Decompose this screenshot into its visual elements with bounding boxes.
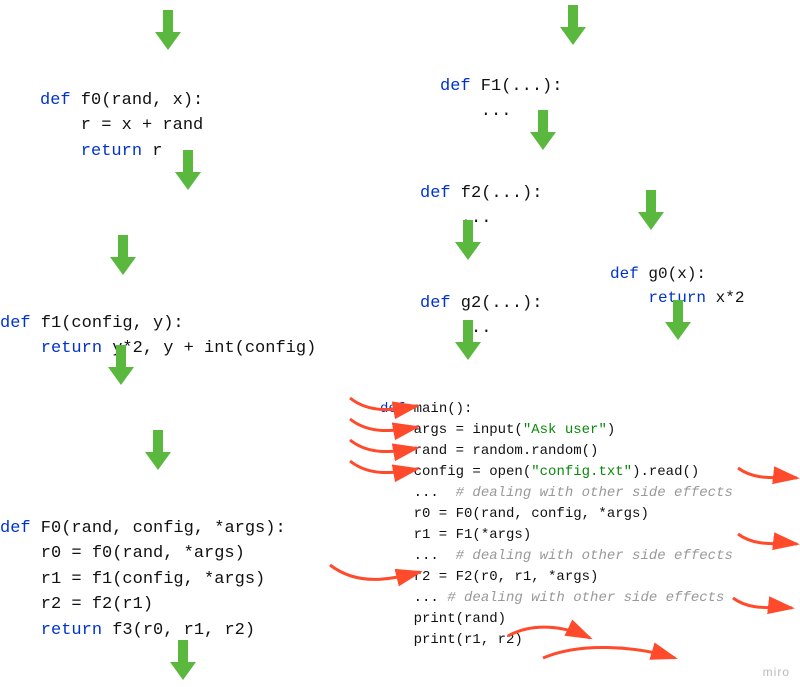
code-text: F1(...): [471,77,563,96]
flow-arrow-down-icon [560,5,586,45]
code-block-F0: def F0(rand, config, *args): r0 = f0(ran… [0,490,286,643]
string-literal: "config.txt" [531,464,632,480]
keyword-return: return [40,142,142,161]
keyword-def: def [440,77,471,96]
flow-arrow-down-icon [530,110,556,150]
code-text: ... [380,485,447,501]
code-text: ... [440,102,511,121]
code-text: ) [607,422,615,438]
flow-arrow-down-icon [665,300,691,340]
keyword-def: def [0,314,31,333]
code-text: r0 = f0(rand, *args) [0,544,245,563]
keyword-def: def [420,184,451,203]
code-text: r0 = F0(rand, config, *args) [380,506,649,522]
keyword-def: def [610,265,639,283]
keyword-return: return [610,289,706,307]
code-text: f1(config, y): [31,314,184,333]
code-text: f2(...): [451,184,543,203]
flow-arrow-down-icon [110,235,136,275]
code-text: g0(x): [639,265,706,283]
keyword-def: def [40,91,71,110]
code-text: y*2, y + int(config) [102,339,316,358]
code-text: g2(...): [451,294,543,313]
keyword-def: def [420,294,451,313]
code-text: r [142,142,162,161]
side-effect-out-arrow-icon [735,526,800,554]
side-effect-in-arrow-icon [325,560,425,590]
code-text: ).read() [632,464,699,480]
code-text: f3(r0, r1, r2) [102,621,255,640]
flow-arrow-down-icon [155,10,181,50]
flow-arrow-down-icon [638,190,664,230]
code-text: f0(rand, x): [71,91,204,110]
keyword-def: def [0,519,31,538]
flow-arrow-down-icon [455,320,481,360]
code-text: r1 = F1(*args) [380,527,531,543]
code-text: F0(rand, config, *args): [31,519,286,538]
code-block-f1: def f1(config, y): return y*2, y + int(c… [0,285,316,362]
flow-arrow-down-icon [108,345,134,385]
code-text: x*2 [706,289,744,307]
code-block-f2-right: def f2(...): ... [420,155,542,232]
keyword-return: return [0,621,102,640]
side-effect-in-arrow-icon [345,455,425,485]
code-block-f0: def f0(rand, x): r = x + rand return r [40,62,203,164]
side-effect-out-arrow-icon [730,590,800,618]
flow-arrow-down-icon [145,430,171,470]
code-text: print(r1, r2) [380,632,523,648]
flow-arrow-down-icon [170,640,196,680]
code-comment: # dealing with other side effects [439,590,725,606]
code-text: r = x + rand [40,116,203,135]
miro-watermark: miro [763,665,790,679]
code-block-g2-right: def g2(...): ... [420,265,542,342]
code-block-main: def main(): args = input("Ask user") ran… [380,378,733,651]
code-text: print(rand) [380,611,506,627]
code-comment: # dealing with other side effects [447,485,733,501]
code-comment: # dealing with other side effects [447,548,733,564]
flow-arrow-down-icon [175,150,201,190]
code-text: r2 = f2(r1) [0,595,153,614]
keyword-return: return [0,339,102,358]
code-text: r1 = f1(config, *args) [0,570,265,589]
string-literal: "Ask user" [523,422,607,438]
flow-arrow-down-icon [455,220,481,260]
code-text: ... [380,590,439,606]
side-effect-out-arrow-icon [735,460,800,488]
side-effect-out-arrow-icon [540,640,680,670]
